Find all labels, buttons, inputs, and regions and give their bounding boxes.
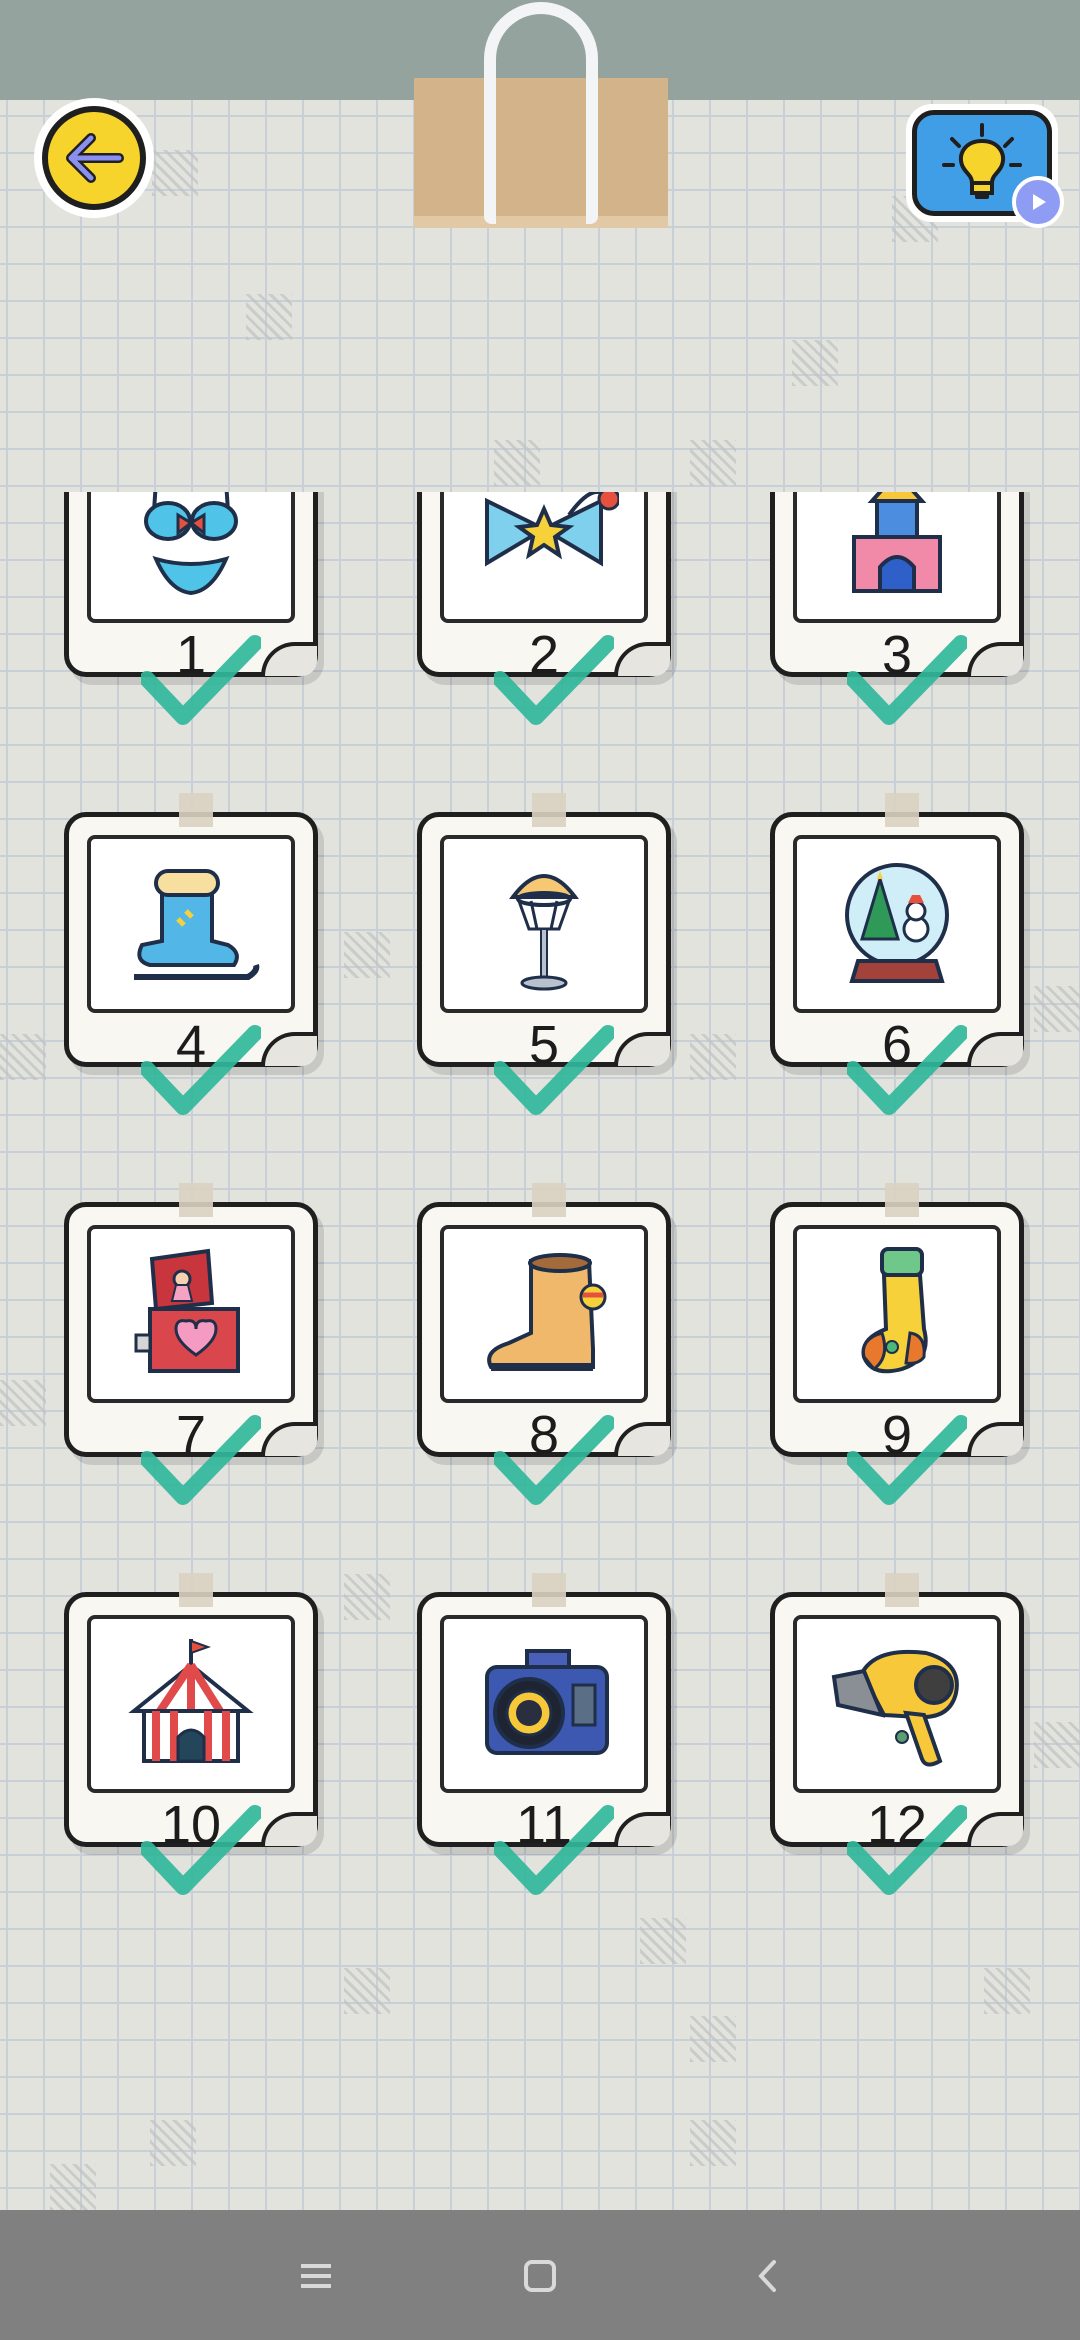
level-card[interactable]: 7: [64, 1183, 318, 1505]
hatch-decoration: [152, 150, 198, 196]
hatch-decoration: [494, 440, 540, 486]
ice-skate-icon: [87, 835, 295, 1013]
hair-dryer-icon: [793, 1615, 1001, 1793]
binder-clip-wire: [484, 2, 598, 224]
basketball-hoop-icon: [440, 835, 648, 1013]
checkmark-icon: [139, 1415, 263, 1511]
arrow-left-icon: [42, 106, 146, 210]
tape-strip: [179, 1573, 213, 1607]
level-card[interactable]: 8: [417, 1183, 671, 1505]
tape-strip: [179, 1183, 213, 1217]
checkmark-icon: [845, 1025, 969, 1121]
checkmark-icon: [139, 1025, 263, 1121]
hatch-decoration: [690, 2016, 736, 2062]
level-grid: 1 2 3 4 5 6 7 8 9 10 11 12: [0, 492, 1080, 1918]
checkmark-icon: [139, 635, 263, 731]
checkmark-icon: [845, 635, 969, 731]
sock-icon: [793, 1225, 1001, 1403]
tape-strip: [885, 1573, 919, 1607]
level-card[interactable]: 3: [770, 492, 1024, 725]
level-card[interactable]: 10: [64, 1573, 318, 1895]
level-grid-inner: 1 2 3 4 5 6 7 8 9 10 11 12: [0, 492, 1080, 1895]
hatch-decoration: [246, 294, 292, 340]
tape-strip: [532, 1183, 566, 1217]
hatch-decoration: [690, 2120, 736, 2166]
level-card[interactable]: 6: [770, 793, 1024, 1115]
checkmark-icon: [139, 1805, 263, 1901]
checkmark-icon: [492, 1415, 616, 1511]
tape-strip: [885, 1183, 919, 1217]
toy-block-castle-icon: [793, 492, 1001, 623]
hatch-decoration: [792, 340, 838, 386]
tape-strip: [532, 793, 566, 827]
hint-button[interactable]: [906, 104, 1064, 228]
level-card[interactable]: 12: [770, 1573, 1024, 1895]
hatch-decoration: [640, 1918, 686, 1964]
hatch-decoration: [984, 1968, 1030, 2014]
circus-tent-icon: [87, 1615, 295, 1793]
home-icon[interactable]: [510, 2246, 570, 2306]
checkmark-icon: [492, 1805, 616, 1901]
checkmark-icon: [845, 1805, 969, 1901]
system-nav-bar: [0, 2210, 1080, 2340]
hatch-decoration: [150, 2120, 196, 2166]
level-card[interactable]: 11: [417, 1573, 671, 1895]
level-card[interactable]: 1: [64, 492, 318, 725]
hatch-decoration: [690, 440, 736, 486]
level-card[interactable]: 4: [64, 793, 318, 1115]
music-box-icon: [87, 1225, 295, 1403]
camera-icon: [440, 1615, 648, 1793]
hatch-decoration: [50, 2164, 96, 2210]
tape-strip: [532, 1573, 566, 1607]
checkmark-icon: [492, 1025, 616, 1121]
tape-strip: [179, 793, 213, 827]
recents-icon[interactable]: [286, 2246, 346, 2306]
snow-globe-icon: [793, 835, 1001, 1013]
level-card[interactable]: 2: [417, 492, 671, 725]
level-card[interactable]: 5: [417, 793, 671, 1115]
tape-strip: [885, 793, 919, 827]
bikini-icon: [87, 492, 295, 623]
play-video-icon: [1012, 176, 1064, 228]
boot-icon: [440, 1225, 648, 1403]
hatch-decoration: [344, 1968, 390, 2014]
bow-hair-tie-icon: [440, 492, 648, 623]
nav-back-icon[interactable]: [738, 2246, 798, 2306]
checkmark-icon: [492, 635, 616, 731]
back-button[interactable]: [34, 98, 154, 218]
level-card[interactable]: 9: [770, 1183, 1024, 1505]
checkmark-icon: [845, 1415, 969, 1511]
